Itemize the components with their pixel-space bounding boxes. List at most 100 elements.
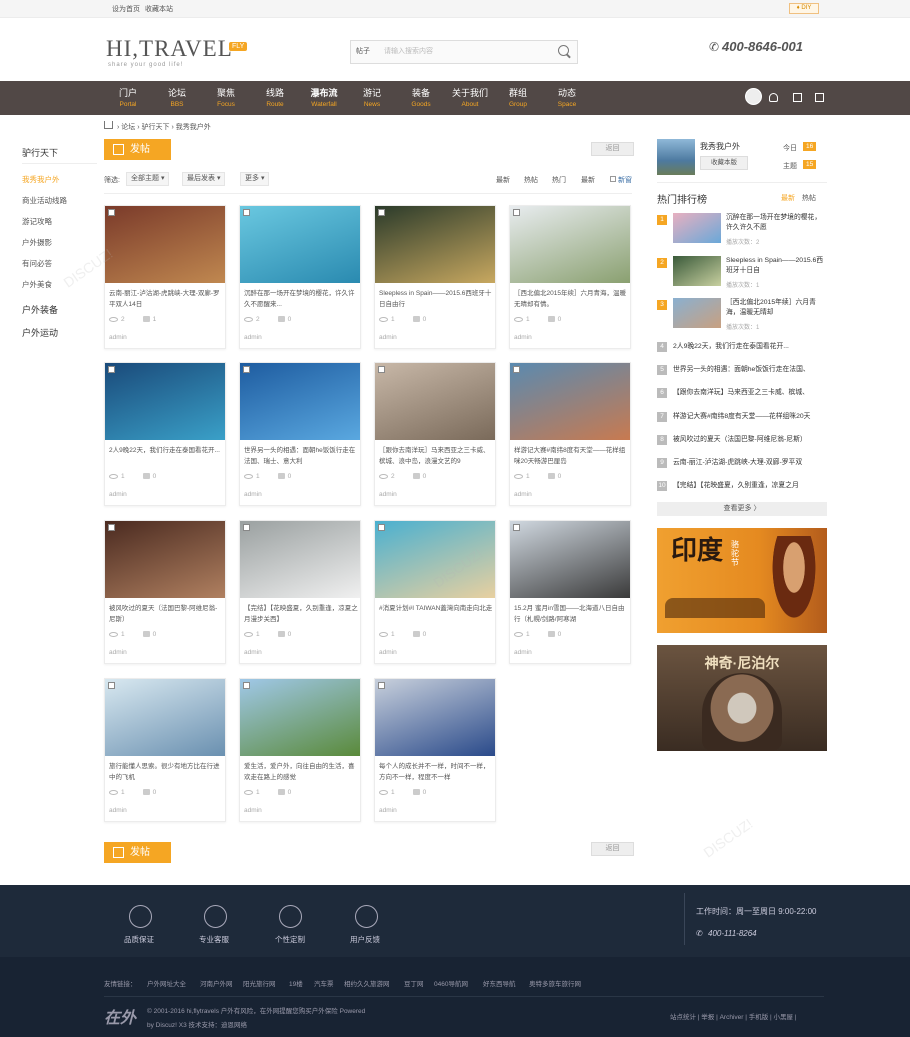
user-avatar[interactable] <box>745 88 762 105</box>
friend-link[interactable]: 河南户外网 <box>200 978 233 988</box>
post-title[interactable]: 2人9晚22天，我们行走在泰国看花开... <box>109 445 223 467</box>
new-window-checkbox[interactable] <box>610 176 616 182</box>
rank-title[interactable]: 沉醉在那一场开在梦境的樱花，许久许久不愿 <box>726 213 826 233</box>
left-nav-section[interactable]: 户外装备 <box>22 303 58 316</box>
friend-link[interactable]: 奥特多旅车旅行网 <box>529 978 581 988</box>
post-title[interactable]: 云南-丽江-泸沽湖-虎跳峡-大理-双廊-罗平双人14日 <box>109 288 223 310</box>
post-author[interactable]: admin <box>244 649 262 656</box>
rank-tab-latest[interactable]: 最新 <box>781 193 795 203</box>
rank-tab-hot[interactable]: 热帖 <box>802 193 816 203</box>
search-icon[interactable] <box>558 45 569 56</box>
select-checkbox[interactable] <box>513 209 520 216</box>
nav-portal[interactable]: 门户 Portal <box>104 86 152 108</box>
friend-link[interactable]: 户外网址大全 <box>147 978 186 988</box>
select-checkbox[interactable] <box>378 366 385 373</box>
powered-by-line[interactable]: by Discuz! X3 技术支持：迪恩网络 <box>147 1019 247 1029</box>
site-logo[interactable]: HI,TRAVEL <box>106 36 233 62</box>
post-card[interactable]: ［西北偏北2015年续］六月青海，温暖无晴却有情。 1 0 admin <box>509 205 631 349</box>
post-author[interactable]: admin <box>109 491 127 498</box>
select-checkbox[interactable] <box>108 682 115 689</box>
left-nav-item[interactable]: 商业活动线路 <box>22 195 67 206</box>
post-title[interactable]: 15.2月 蜜月in雪国——北海道八日自由行（札幌/剑路/阿寒湖 <box>514 603 628 625</box>
select-checkbox[interactable] <box>243 209 250 216</box>
select-checkbox[interactable] <box>108 524 115 531</box>
post-author[interactable]: admin <box>244 807 262 814</box>
select-checkbox[interactable] <box>108 209 115 216</box>
post-thumbnail[interactable] <box>375 521 495 598</box>
nav-news[interactable]: 游记 News <box>348 86 396 108</box>
post-card[interactable]: 样游记大赛#南纬8度有天堂——花样组咪20天畅游巴厘岛 1 0 admin <box>509 362 631 506</box>
select-checkbox[interactable] <box>513 366 520 373</box>
left-nav-title[interactable]: 驴行天下 <box>22 146 58 159</box>
breadcrumb[interactable]: › 论坛 › 驴行天下 › 我秀我户外 <box>117 122 211 132</box>
rank-title[interactable]: 【跟你去南洋玩】马来西亚之三卡威、槟城、 <box>673 388 827 398</box>
post-card[interactable]: 爱生活，爱户外，向往自由的生活，喜欢走在路上的感觉 1 0 admin <box>239 678 361 822</box>
post-author[interactable]: admin <box>244 334 262 341</box>
post-card[interactable]: 世界另一头的相遇：面朝he饭饭行走在法国、瑞士、意大利 1 0 admin <box>239 362 361 506</box>
message-icon[interactable] <box>793 93 802 102</box>
post-thumbnail[interactable] <box>375 206 495 283</box>
post-title[interactable]: 每个人的成长并不一样，时间不一样，方向不一样，程度不一样 <box>379 761 493 783</box>
home-icon[interactable] <box>104 121 113 129</box>
post-author[interactable]: admin <box>514 334 532 341</box>
rank-title[interactable]: 云南-丽江-泸沽湖-虎跳峡-大理-双廊-罗平双 <box>673 458 827 468</box>
post-card[interactable]: 被风吹过的夏天（法国巴黎-阿维尼翁-尼斯） 1 0 admin <box>104 520 226 664</box>
post-thumbnail[interactable] <box>105 679 225 756</box>
more-filter-select[interactable]: 更多 ▾ <box>240 172 270 186</box>
sort-filter-select[interactable]: 最后发表 ▾ <box>182 172 226 186</box>
post-card[interactable]: #消夏计划#I TAIWAN蓋灣向南走向北走 1 0 admin <box>374 520 496 664</box>
filter-tab[interactable]: 最新 <box>496 175 510 185</box>
post-author[interactable]: admin <box>379 491 397 498</box>
post-card[interactable]: 每个人的成长并不一样，时间不一样，方向不一样，程度不一样 1 0 admin <box>374 678 496 822</box>
rank-title[interactable]: 世界另一头的相遇：面朝he饭饭行走在法国、 <box>673 365 827 375</box>
rank-thumbnail[interactable] <box>673 298 721 328</box>
friend-link[interactable]: 0460导航网 <box>434 978 468 988</box>
post-title[interactable]: 旅行能懂人思索。很少有地方比在行进中的飞机 <box>109 761 223 783</box>
post-title[interactable]: 沉醉在那一场开在梦境的樱花，许久许久不愿醒来... <box>244 288 358 310</box>
select-checkbox[interactable] <box>513 524 520 531</box>
post-thumbnail[interactable] <box>375 679 495 756</box>
post-title[interactable]: 【完结】【花映盛夏，久别重逢，凉夏之月漫步关西】 <box>244 603 358 625</box>
post-title[interactable]: 被风吹过的夏天（法国巴黎-阿维尼翁-尼斯） <box>109 603 223 625</box>
footer-utility-links[interactable]: 站点统计 | 举报 | Archiver | 手机版 | 小黑屋 | <box>670 1011 797 1021</box>
post-thumbnail[interactable] <box>105 521 225 598</box>
nepal-ad-banner[interactable]: 神奇·尼泊尔 <box>657 645 827 751</box>
select-checkbox[interactable] <box>243 524 250 531</box>
rank-title[interactable]: ［西北偏北2015年续］六月青海，温暖无晴却 <box>726 298 826 318</box>
rank-item[interactable]: 5 世界另一头的相遇：面朝he饭饭行走在法国、 <box>657 364 827 376</box>
left-nav-item[interactable]: 户外美食 <box>22 279 52 290</box>
rank-item[interactable]: 8 被风吹过的夏天（法国巴黎-阿维尼翁-尼斯） <box>657 434 827 446</box>
nav-route[interactable]: 线路 Route <box>251 86 299 108</box>
left-nav-item[interactable]: 有问必答 <box>22 258 52 269</box>
nav-goods[interactable]: 装备 Goods <box>397 86 445 108</box>
left-nav-item[interactable]: 户外摄影 <box>22 237 52 248</box>
select-checkbox[interactable] <box>378 524 385 531</box>
friend-link[interactable]: 汽车票 <box>314 978 334 988</box>
diy-button[interactable]: ♦ DIY <box>789 3 819 14</box>
rank-item[interactable]: 1 沉醉在那一场开在梦境的樱花，许久许久不愿 播放次数：2 <box>657 213 827 249</box>
filter-tab[interactable]: 热帖 <box>524 175 538 185</box>
post-thumbnail[interactable] <box>240 363 360 440</box>
back-button[interactable]: 返回 <box>591 142 634 156</box>
post-thumbnail[interactable] <box>105 363 225 440</box>
post-author[interactable]: admin <box>514 491 532 498</box>
forum-thumbnail[interactable] <box>657 139 695 175</box>
post-author[interactable]: admin <box>109 649 127 656</box>
select-checkbox[interactable] <box>243 682 250 689</box>
nav-bbs[interactable]: 论坛 BBS <box>153 86 201 108</box>
new-window-label[interactable]: 新窗 <box>618 175 632 185</box>
post-thumbnail[interactable] <box>105 206 225 283</box>
friend-link[interactable]: 相约久久旅游网 <box>344 978 390 988</box>
post-thumbnail[interactable] <box>510 206 630 283</box>
post-title[interactable]: ［跟你去南洋玩］马来西亚之三卡威、槟城、浪中岛，浪漫文艺的9 <box>379 445 493 467</box>
bookmark-link[interactable]: 收藏本站 <box>145 4 173 14</box>
rank-item[interactable]: 3 ［西北偏北2015年续］六月青海，温暖无晴却 播放次数：1 <box>657 298 827 334</box>
rank-item[interactable]: 4 2人9晚22天，我们行走在泰国看花开... <box>657 341 827 353</box>
rank-title[interactable]: 被风吹过的夏天（法国巴黎-阿维尼翁-尼斯） <box>673 435 827 445</box>
filter-tab[interactable]: 最新 <box>581 175 595 185</box>
post-author[interactable]: admin <box>379 334 397 341</box>
post-thumbnail[interactable] <box>510 363 630 440</box>
post-author[interactable]: admin <box>244 491 262 498</box>
post-title[interactable]: Sleepless in Spain——2015.6西班牙十日自由行 <box>379 288 493 310</box>
post-card[interactable]: 旅行能懂人思索。很少有地方比在行进中的飞机 1 0 admin <box>104 678 226 822</box>
